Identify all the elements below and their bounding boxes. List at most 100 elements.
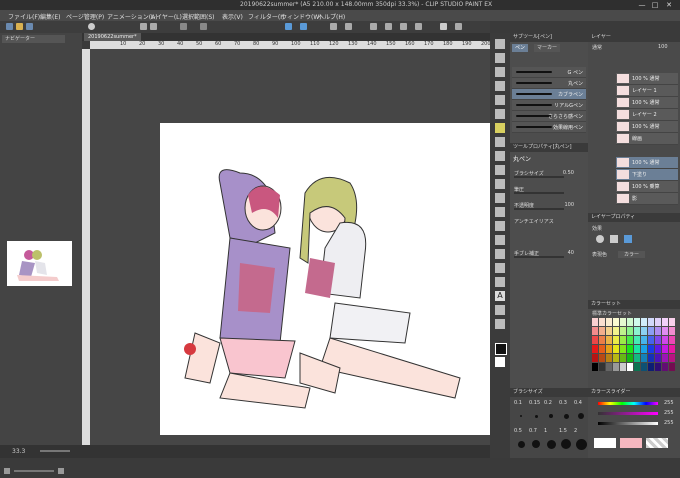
color-swatch[interactable] xyxy=(648,345,654,353)
status-zoom-slider[interactable] xyxy=(40,450,70,452)
main-color-swatch[interactable] xyxy=(495,343,507,355)
color-swatch[interactable] xyxy=(613,327,619,335)
canvas-paper[interactable] xyxy=(160,123,490,435)
slider-value[interactable]: 255 xyxy=(664,410,674,416)
color-swatch[interactable] xyxy=(606,354,612,362)
color-swatch[interactable] xyxy=(641,354,647,362)
color-swatch[interactable] xyxy=(627,363,633,371)
color-swatch[interactable] xyxy=(669,327,675,335)
brush-size-preset[interactable] xyxy=(532,440,540,448)
brush-size-preset[interactable] xyxy=(546,439,556,449)
brush-item[interactable]: さらさら感ペン xyxy=(512,111,586,122)
pencil-tool-icon[interactable] xyxy=(495,137,505,147)
snap-icon[interactable] xyxy=(285,23,292,30)
color-swatch[interactable] xyxy=(662,345,668,353)
layer-item[interactable]: 100 % 通常 xyxy=(616,121,678,133)
brush-tool-icon[interactable] xyxy=(495,151,505,161)
color-swatch[interactable] xyxy=(641,336,647,344)
transform-icon[interactable] xyxy=(200,23,207,30)
brush-item[interactable]: 効果線用ペン xyxy=(512,122,586,133)
color-swatch[interactable] xyxy=(606,336,612,344)
color-swatch[interactable] xyxy=(613,354,619,362)
color-swatch[interactable] xyxy=(592,327,598,335)
color-swatch[interactable] xyxy=(648,363,654,371)
brush-item[interactable]: リアルGペン xyxy=(512,100,586,111)
color-swatch[interactable] xyxy=(648,318,654,326)
color-swatch[interactable] xyxy=(599,354,605,362)
brush-size-preset[interactable] xyxy=(549,414,553,418)
expression-color-select[interactable]: カラー xyxy=(618,251,646,258)
property-row[interactable]: ブラシサイズ 0.50 xyxy=(512,169,586,178)
value-slider[interactable] xyxy=(598,422,658,425)
color-swatch[interactable] xyxy=(599,363,605,371)
color-swatch[interactable] xyxy=(662,318,668,326)
fill-icon[interactable] xyxy=(415,23,422,30)
color-swatch[interactable] xyxy=(592,354,598,362)
move-tool-icon[interactable] xyxy=(495,53,505,63)
quick-mask-icon[interactable] xyxy=(385,23,392,30)
canvas-tab[interactable]: 20190622summer* xyxy=(84,33,141,41)
tone-effect-icon[interactable] xyxy=(610,235,618,243)
property-row[interactable]: 不透明度 100 xyxy=(512,201,586,210)
property-slider[interactable] xyxy=(514,176,564,178)
color-swatch[interactable] xyxy=(669,354,675,362)
color-swatch[interactable] xyxy=(620,345,626,353)
layer-color-icon[interactable] xyxy=(624,235,632,243)
color-swatch[interactable] xyxy=(655,345,661,353)
layer-item[interactable]: 100 % 乗算 xyxy=(616,181,678,193)
menu-selection[interactable]: 選択範囲(S) xyxy=(182,12,215,21)
property-value[interactable]: 40 xyxy=(568,250,574,256)
balloon-tool-icon[interactable] xyxy=(495,305,505,315)
color-swatch[interactable] xyxy=(599,336,605,344)
settings-icon[interactable] xyxy=(455,23,462,30)
border-effect-icon[interactable] xyxy=(596,235,604,243)
previous-color-swatch[interactable] xyxy=(620,438,642,448)
brush-size-preset[interactable] xyxy=(520,415,522,417)
color-swatch[interactable] xyxy=(662,327,668,335)
color-swatch[interactable] xyxy=(634,327,640,335)
color-swatch[interactable] xyxy=(669,336,675,344)
color-swatch[interactable] xyxy=(620,336,626,344)
eraser-tool-icon[interactable] xyxy=(495,193,505,203)
color-swatch[interactable] xyxy=(599,318,605,326)
brush-size-preset[interactable] xyxy=(578,413,584,419)
blend-mode-select[interactable]: 通常 xyxy=(592,44,602,51)
subtool-tab-pen[interactable]: ペン xyxy=(512,44,529,52)
color-swatch[interactable] xyxy=(627,345,633,353)
redo-icon[interactable] xyxy=(150,23,157,30)
color-swatch[interactable] xyxy=(627,327,633,335)
close-button[interactable]: ✕ xyxy=(664,1,674,9)
menu-filter[interactable]: フィルター(I) xyxy=(248,12,284,21)
color-swatch[interactable] xyxy=(627,354,633,362)
menu-layer[interactable]: レイヤー(L) xyxy=(150,12,182,21)
slider-value[interactable]: 255 xyxy=(664,420,674,426)
color-swatch-grid[interactable] xyxy=(592,318,676,376)
color-swatch[interactable] xyxy=(606,327,612,335)
zoom-tool-icon[interactable] xyxy=(495,39,505,49)
color-swatch[interactable] xyxy=(592,345,598,353)
brush-item-selected[interactable]: カブラペン xyxy=(512,89,586,100)
color-swatch[interactable] xyxy=(613,336,619,344)
layer-opacity[interactable]: 100 xyxy=(658,44,668,50)
color-swatch[interactable] xyxy=(620,354,626,362)
brush-size-preset[interactable] xyxy=(534,414,538,418)
layer-item[interactable]: レイヤー 1 xyxy=(616,85,678,97)
layer-item[interactable]: 100 % 通常 xyxy=(616,73,678,85)
color-set-name[interactable]: 標準カラーセット xyxy=(592,310,632,317)
color-swatch[interactable] xyxy=(634,345,640,353)
clear-icon[interactable] xyxy=(180,23,187,30)
property-row[interactable]: 筆圧 xyxy=(512,185,586,194)
brush-size-preset[interactable] xyxy=(563,413,569,419)
color-swatch[interactable] xyxy=(655,336,661,344)
brush-size-preset[interactable] xyxy=(575,438,587,450)
menu-view[interactable]: 表示(V) xyxy=(222,12,243,21)
brush-item[interactable]: G ペン xyxy=(512,67,586,78)
property-row[interactable]: アンチエイリアス xyxy=(512,217,586,225)
transparent-swatch[interactable] xyxy=(646,438,668,448)
pen-tool-icon[interactable] xyxy=(495,123,505,133)
text-icon[interactable] xyxy=(440,23,447,30)
color-swatch[interactable] xyxy=(627,318,633,326)
color-swatch[interactable] xyxy=(627,336,633,344)
correct-line-tool-icon[interactable] xyxy=(495,319,505,329)
menu-page[interactable]: ページ管理(P) xyxy=(66,12,104,21)
